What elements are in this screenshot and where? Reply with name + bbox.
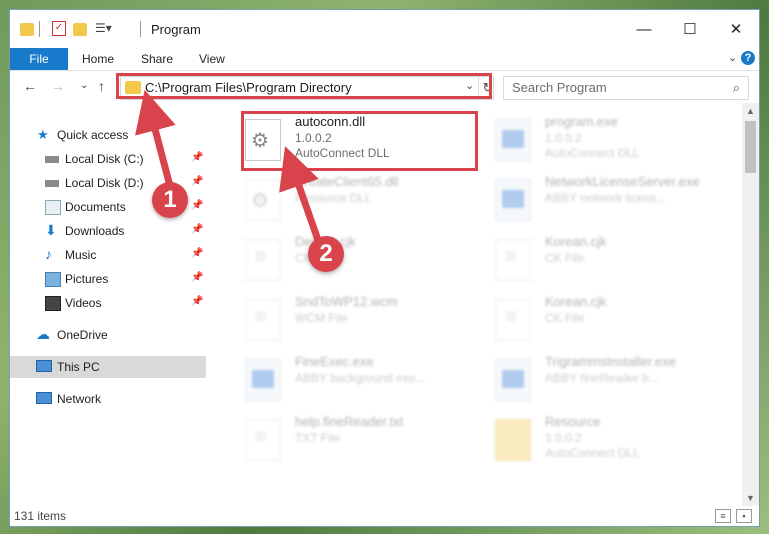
arrow-1	[135, 89, 176, 187]
step-badge-1: 1	[152, 182, 188, 218]
step-badge-2: 2	[308, 236, 344, 272]
annotation-arrows	[135, 89, 322, 242]
arrow-2	[279, 146, 322, 242]
